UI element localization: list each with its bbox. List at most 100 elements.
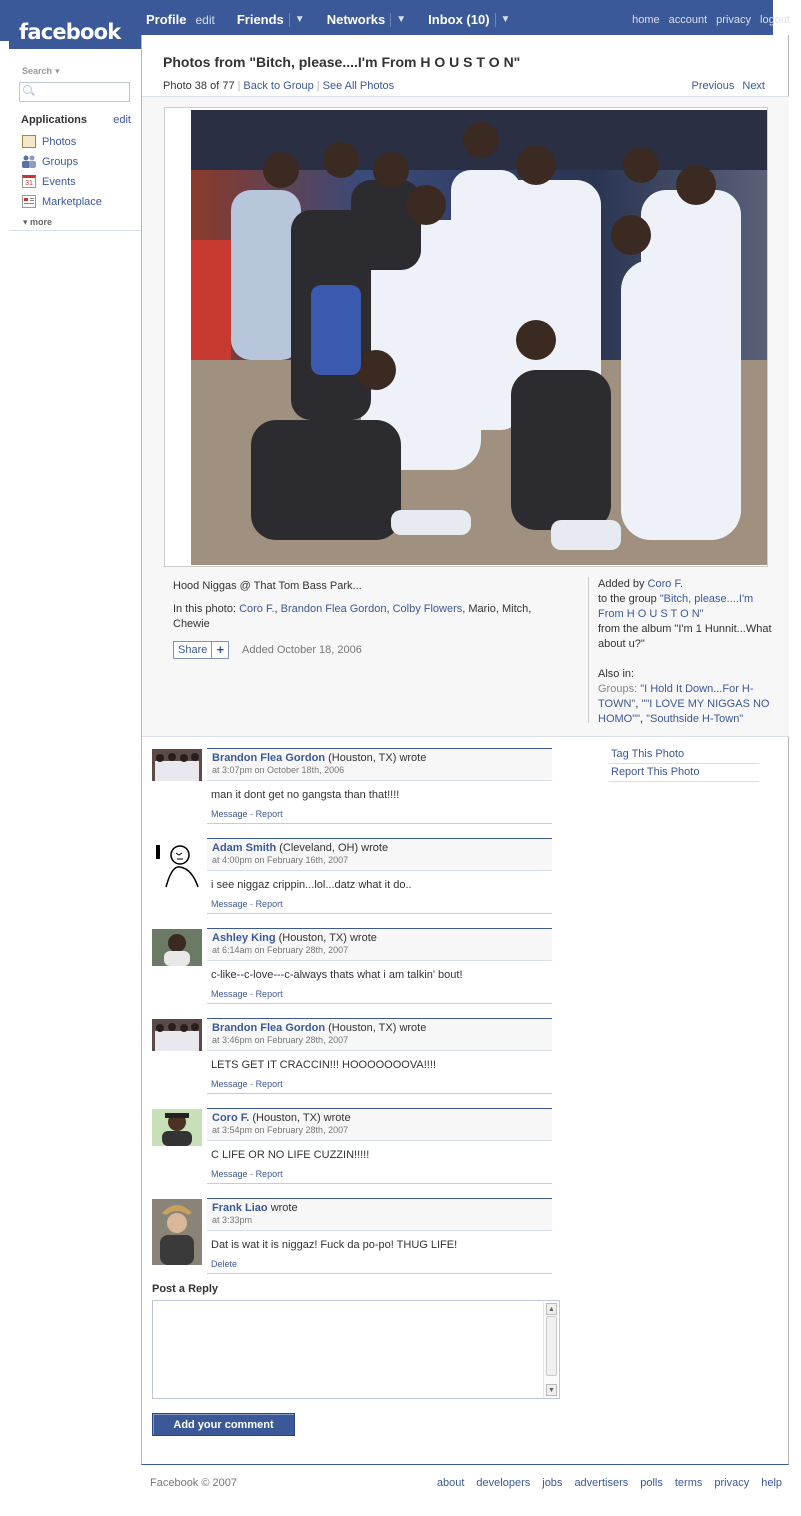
message-link[interactable]: Message [211, 1079, 248, 1089]
nav-logout[interactable]: logout [760, 14, 790, 26]
search-dropdown-icon[interactable]: ▾ [55, 66, 60, 76]
plus-icon[interactable]: + [212, 642, 228, 658]
photo-source-info: Added by Coro F. to the group "Bitch, pl… [588, 577, 773, 725]
report-link[interactable]: Report [256, 1169, 283, 1179]
nav-inbox[interactable]: Inbox (10) [428, 12, 489, 27]
scroll-up-icon[interactable]: ▲ [546, 1303, 557, 1315]
tag-link[interactable]: Colby Flowers [393, 603, 463, 615]
sidebar-more-link[interactable]: ▾ more [23, 217, 52, 228]
photo-tags: In this photo: Coro F., Brandon Flea Gor… [173, 603, 532, 630]
reply-textarea[interactable]: ▲ ▼ [152, 1300, 560, 1399]
footer-links: about developers jobs advertisers polls … [437, 1477, 782, 1489]
nav-home[interactable]: home [632, 14, 660, 26]
photo-pager: Previous Next [687, 80, 765, 92]
back-to-group-link[interactable]: Back to Group [243, 80, 313, 92]
report-link[interactable]: Report [256, 1079, 283, 1089]
avatar[interactable] [152, 1199, 202, 1265]
networks-dropdown-icon[interactable]: ▼ [390, 12, 406, 27]
search-input[interactable] [19, 82, 130, 102]
photo-frame [164, 107, 768, 567]
report-this-photo-link[interactable]: Report This Photo [609, 764, 759, 782]
uploader-link[interactable]: Coro F. [648, 578, 683, 590]
footer-link-polls[interactable]: polls [640, 1477, 663, 1489]
page-title: Photos from "Bitch, please....I'm From H… [163, 54, 521, 70]
inbox-dropdown-icon[interactable]: ▼ [494, 12, 510, 27]
footer-copyright: Facebook © 2007 [150, 1477, 237, 1489]
report-link[interactable]: Report [256, 809, 283, 819]
comment-text: C LIFE OR NO LIFE CUZZIN!!!!! [211, 1149, 370, 1161]
commenter-name[interactable]: Brandon Flea Gordon [212, 1022, 325, 1034]
nav-profile[interactable]: Profile [146, 12, 186, 27]
added-date: Added October 18, 2006 [242, 644, 362, 656]
nav-privacy[interactable]: privacy [716, 14, 751, 26]
main-navigation: Profile edit Friends ▼ Networks ▼ Inbox … [146, 12, 510, 27]
account-navigation: home account privacy logout [632, 14, 790, 26]
marketplace-icon [22, 195, 36, 208]
photos-icon [22, 135, 36, 148]
report-link[interactable]: Report [256, 989, 283, 999]
footer-link-developers[interactable]: developers [476, 1477, 530, 1489]
message-link[interactable]: Message [211, 1169, 248, 1179]
nav-profile-edit[interactable]: edit [195, 13, 214, 27]
report-link[interactable]: Report [256, 899, 283, 909]
nav-account[interactable]: account [669, 14, 708, 26]
sidebar-item-photos[interactable]: Photos [22, 135, 76, 148]
delete-link[interactable]: Delete [211, 1259, 237, 1269]
previous-photo-link[interactable]: Previous [692, 80, 735, 92]
nav-friends[interactable]: Friends [237, 12, 284, 27]
add-comment-button[interactable]: Add your comment [152, 1413, 295, 1436]
sidebar-item-marketplace[interactable]: Marketplace [22, 195, 102, 208]
avatar[interactable] [152, 749, 202, 781]
search-icon [23, 85, 32, 94]
other-group-link[interactable]: "Southside H-Town" [646, 713, 743, 725]
footer-link-privacy[interactable]: privacy [714, 1477, 749, 1489]
left-sidebar: Search ▾ Applications edit Photos Groups… [9, 49, 141, 231]
footer-link-terms[interactable]: terms [675, 1477, 703, 1489]
nav-networks[interactable]: Networks [327, 12, 386, 27]
avatar[interactable] [152, 1109, 202, 1146]
comment-text: LETS GET IT CRACCIN!!! HOOOOOOOVA!!!! [211, 1059, 436, 1071]
facebook-logo[interactable]: facebook [9, 0, 141, 49]
scrollbar-thumb[interactable] [546, 1316, 557, 1376]
see-all-photos-link[interactable]: See All Photos [323, 80, 395, 92]
commenter-name[interactable]: Frank Liao [212, 1202, 268, 1214]
footer-link-help[interactable]: help [761, 1477, 782, 1489]
calendar-icon: 31 [22, 175, 36, 188]
footer-link-jobs[interactable]: jobs [542, 1477, 562, 1489]
applications-heading: Applications edit [21, 114, 131, 126]
friends-dropdown-icon[interactable]: ▼ [288, 12, 305, 27]
post-reply-heading: Post a Reply [152, 1283, 219, 1295]
textarea-scrollbar[interactable]: ▲ ▼ [543, 1302, 558, 1397]
message-link[interactable]: Message [211, 809, 248, 819]
share-button[interactable]: Share + [173, 641, 230, 659]
commenter-name[interactable]: Ashley King [212, 932, 276, 944]
comment-text: man it dont get no gangsta than that!!!! [211, 789, 400, 801]
avatar[interactable] [152, 839, 202, 889]
comment-text: Dat is wat it is niggaz! Fuck da po-po! … [211, 1239, 458, 1251]
photo-caption: Hood Niggas @ That Tom Bass Park... [173, 580, 362, 592]
search-label[interactable]: Search ▾ [22, 65, 60, 77]
sidebar-item-groups[interactable]: Groups [22, 155, 78, 168]
comment-text: c-like--c-love---c-always thats what i a… [211, 969, 463, 981]
message-link[interactable]: Message [211, 989, 248, 999]
tag-this-photo-link[interactable]: Tag This Photo [609, 746, 759, 764]
commenter-name[interactable]: Brandon Flea Gordon [212, 752, 325, 764]
commenter-name[interactable]: Coro F. [212, 1112, 249, 1124]
tag-link[interactable]: Brandon Flea Gordon [281, 603, 387, 615]
avatar[interactable] [152, 929, 202, 966]
avatar[interactable] [152, 1019, 202, 1051]
photo-actions: Tag This Photo Report This Photo [609, 746, 759, 782]
message-link[interactable]: Message [211, 899, 248, 909]
sidebar-item-events[interactable]: 31 Events [22, 175, 76, 188]
tag-link[interactable]: Coro F. [239, 603, 274, 615]
footer-link-about[interactable]: about [437, 1477, 465, 1489]
footer-link-advertisers[interactable]: advertisers [574, 1477, 628, 1489]
group-photo[interactable] [191, 110, 767, 565]
comment-text: i see niggaz crippin...lol...datz what i… [211, 879, 412, 891]
next-photo-link[interactable]: Next [742, 80, 765, 92]
main-content: Photos from "Bitch, please....I'm From H… [141, 35, 789, 1465]
commenter-name[interactable]: Adam Smith [212, 842, 276, 854]
scroll-down-icon[interactable]: ▼ [546, 1384, 557, 1396]
applications-edit-link[interactable]: edit [113, 114, 131, 126]
photo-section: Hood Niggas @ That Tom Bass Park... In t… [142, 96, 789, 737]
